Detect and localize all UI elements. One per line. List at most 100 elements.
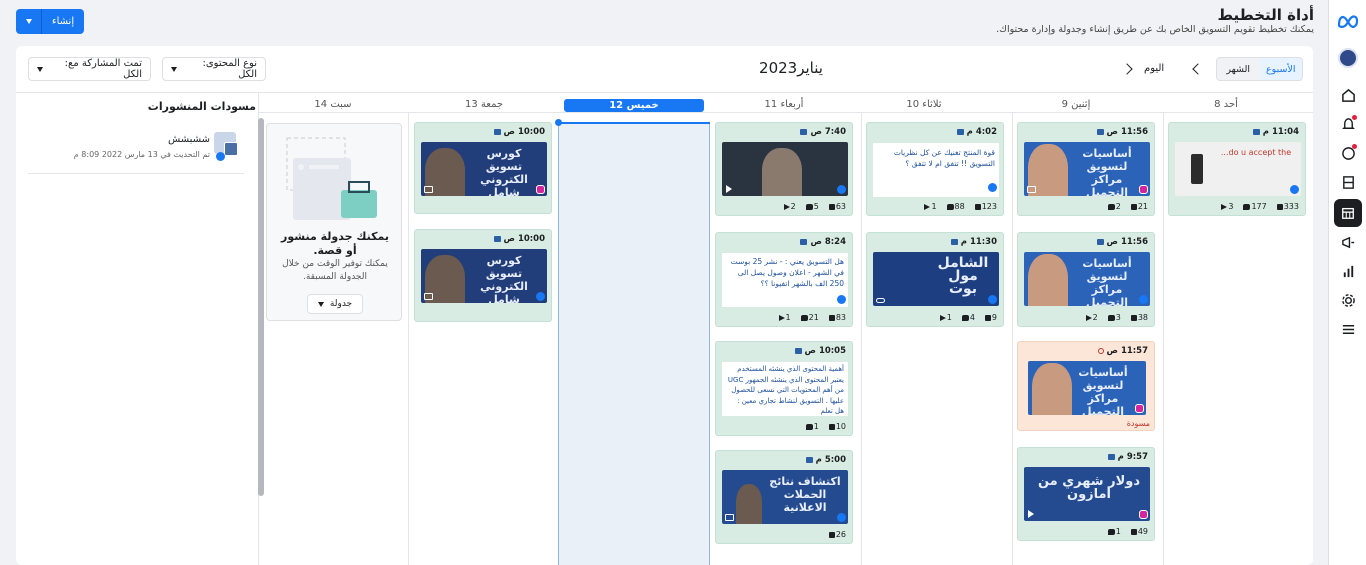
content-icon[interactable] (1337, 171, 1359, 193)
today-button[interactable]: اليوم (1144, 63, 1164, 74)
carousel-icon (1027, 186, 1036, 193)
likes-count: 26 (835, 530, 846, 539)
shares-count: 2 (1092, 313, 1098, 322)
shares-icon (939, 314, 946, 321)
avatar[interactable] (1337, 47, 1359, 69)
post-card[interactable]: 11:30 م الشامل مول بوت 1 4 9 (866, 232, 1004, 327)
shares-count: 2 (790, 202, 796, 211)
calendar-icon (1252, 129, 1260, 135)
content-type-filter[interactable]: نوع المحتوى: الكل (162, 57, 266, 81)
scrollbar[interactable] (258, 118, 264, 496)
post-time: 9:57 م (1117, 452, 1148, 462)
likes-count: 83 (835, 313, 846, 322)
calendar-icon (956, 129, 964, 135)
comments-count: 3 (1115, 313, 1121, 322)
comments-icon (1107, 314, 1115, 321)
divider (28, 173, 244, 174)
settings-icon[interactable] (1337, 289, 1359, 311)
day-header-thu: خميس 12 (564, 99, 704, 112)
menu-icon[interactable] (1337, 318, 1359, 340)
likes-count: 123 (981, 202, 997, 211)
facebook-icon (988, 295, 997, 304)
meta-logo-icon[interactable] (1337, 10, 1359, 32)
instagram-icon (1139, 510, 1148, 519)
shares-icon (924, 203, 931, 210)
chevron-right-icon[interactable] (1192, 63, 1204, 75)
comments-icon (961, 314, 969, 321)
calendar-icon (950, 239, 958, 245)
create-button[interactable]: إنشاء (42, 9, 84, 34)
shares-icon (1221, 203, 1228, 210)
post-card[interactable]: 9:57 م دولار شهري من امازون 1 49 (1017, 447, 1155, 541)
likes-icon (1130, 314, 1137, 321)
calendar-icon (1096, 129, 1104, 135)
drafts-title: مسودات المنشورات (147, 100, 256, 113)
instagram-icon (1135, 404, 1144, 413)
post-thumbnail: أساسيات لتسويق مراكز التجميل (1024, 252, 1150, 306)
schedule-button-label: جدولة (329, 299, 353, 309)
post-card[interactable]: 5:00 م اكتشاف نتائج الحملات الاعلانية 26 (715, 450, 853, 544)
view-month-button[interactable]: الشهر (1217, 58, 1260, 80)
divider (861, 112, 862, 565)
content-type-filter-label: نوع المحتوى: الكل (202, 58, 257, 80)
schedule-button[interactable]: جدولة (307, 294, 363, 314)
post-card[interactable]: 11:56 ص أساسيات لتسويق مراكز التجميل 2 2… (1017, 122, 1155, 216)
create-dropdown-button[interactable] (16, 9, 42, 34)
day-header-sat: سبت 14 (314, 99, 352, 110)
month-title: يناير2023 (759, 59, 823, 77)
post-time: 10:00 ص (503, 127, 545, 137)
post-card[interactable]: 11:56 ص أساسيات لتسويق مراكز التجميل 2 3… (1017, 232, 1155, 327)
post-card[interactable]: 11:04 م do u accept the... 3 177 333 (1168, 122, 1306, 216)
post-thumbnail-text: كورس تسويق الكتروني شامل (480, 147, 528, 196)
facebook-icon (216, 152, 225, 161)
shared-with-filter[interactable]: تمت المشاركة مع: الكل (28, 57, 151, 81)
post-card[interactable]: 10:00 ص كورس تسويق الكتروني شامل (414, 122, 552, 214)
draft-item[interactable]: ششبشش تم التحديث في 13 مارس 2022 8:09 م (28, 130, 244, 174)
comments-icon (946, 203, 954, 210)
divider (16, 92, 1313, 93)
facebook-icon (988, 183, 997, 192)
post-card[interactable]: 4:02 م قوة المنتج تغنيك عن كل نظريات الت… (866, 122, 1004, 216)
video-icon (726, 185, 732, 193)
chevron-down-icon (25, 19, 32, 24)
post-card[interactable]: 10:00 ص كورس تسويق الكتروني شامل (414, 229, 552, 322)
likes-icon (828, 531, 835, 538)
carousel-icon (424, 293, 433, 300)
today-column (558, 122, 710, 565)
likes-icon (1130, 203, 1137, 210)
post-time: 11:57 ص (1106, 346, 1148, 356)
calendar-icon (1096, 239, 1104, 245)
post-card[interactable]: 10:05 ص أهمية المحتوى الذي ينشئه المستخد… (715, 341, 853, 436)
post-text: قوة المنتج تغنيك عن كل نظريات التسويق !!… (873, 143, 999, 197)
planner-icon[interactable] (1334, 199, 1362, 227)
facebook-icon (837, 513, 846, 522)
likes-icon (1130, 528, 1137, 535)
post-stats: 2 3 38 (1018, 313, 1148, 322)
schedule-placeholder: يمكنك جدولة منشور أو قصة. يمكنك توفير ال… (266, 123, 402, 321)
placeholder-title: يمكنك جدولة منشور أو قصة. (281, 230, 389, 257)
post-card-draft[interactable]: 11:57 ص أساسيات لتسويق مراكز التجميل مسو… (1017, 341, 1155, 431)
calendar-icon (1107, 454, 1115, 460)
calendar-icon (493, 236, 501, 242)
home-icon[interactable] (1337, 84, 1359, 106)
post-thumbnail-image (1191, 154, 1203, 184)
divider (258, 112, 1313, 113)
facebook-icon (837, 185, 846, 194)
ads-icon[interactable] (1337, 231, 1359, 253)
messages-icon[interactable] (1337, 142, 1359, 164)
notifications-icon[interactable] (1337, 113, 1359, 135)
view-week-button[interactable]: الأسبوع (1259, 58, 1302, 80)
comments-count: 4 (969, 313, 975, 322)
shared-with-filter-label: تمت المشاركة مع: الكل (64, 58, 142, 80)
likes-count: 21 (1137, 202, 1148, 211)
likes-count: 63 (835, 202, 846, 211)
post-time: 8:24 ص (810, 237, 846, 247)
post-thumbnail-text: أساسيات لتسويق مراكز التجميل (1078, 366, 1128, 415)
insights-icon[interactable] (1337, 260, 1359, 282)
shares-count: 1 (785, 313, 791, 322)
likes-icon (974, 203, 981, 210)
post-card[interactable]: 8:24 ص هل التسويق يعني : - نشر 25 بوست ف… (715, 232, 853, 327)
chevron-left-icon[interactable] (1121, 63, 1133, 75)
post-card[interactable]: 7:40 ص 2 5 63 (715, 122, 853, 216)
post-thumbnail-text: الشامل مول بوت (937, 255, 989, 297)
